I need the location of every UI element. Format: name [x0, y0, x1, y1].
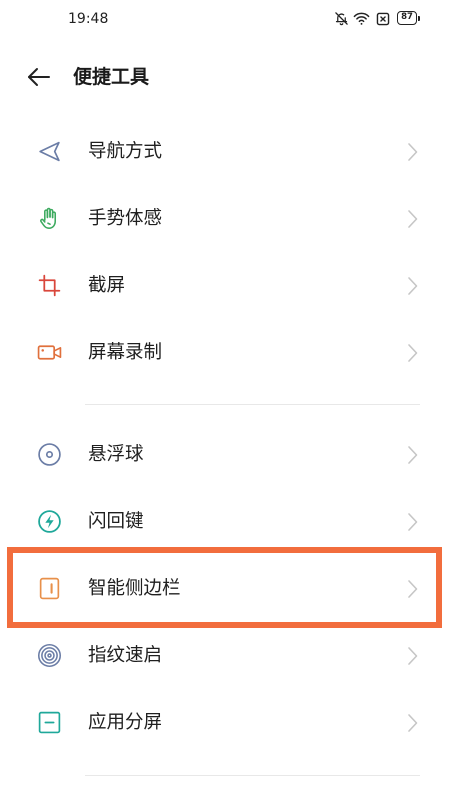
list-item-floating-ball[interactable]: 悬浮球 — [0, 421, 454, 488]
split-screen-icon — [37, 710, 62, 735]
chevron-right-icon — [406, 713, 419, 733]
chevron-right-icon — [406, 209, 419, 229]
list-item-smart-sidebar[interactable]: 智能侧边栏 — [0, 555, 454, 622]
bell-off-icon — [334, 11, 349, 26]
battery-nub — [417, 15, 420, 21]
list-item-label: 悬浮球 — [88, 444, 144, 465]
list-item-label: 智能侧边栏 — [88, 578, 181, 599]
section-divider — [85, 404, 420, 405]
list-item-label: 指纹速启 — [88, 645, 163, 666]
chevron-right-icon — [406, 646, 419, 666]
navigation-arrow-icon — [37, 139, 62, 164]
chevron-right-icon — [406, 276, 419, 296]
list-item-navigation-mode[interactable]: 导航方式 — [0, 118, 454, 185]
list-item-screen-recording[interactable]: 屏幕录制 — [0, 319, 454, 386]
list-item-label: 应用分屏 — [88, 712, 163, 733]
fingerprint-icon — [37, 643, 62, 668]
list-item-label: 屏幕录制 — [88, 342, 163, 363]
list-item-flashback-key[interactable]: 闪回键 — [0, 488, 454, 555]
chevron-right-icon — [406, 445, 419, 465]
list-item-label: 导航方式 — [88, 141, 163, 162]
wifi-icon — [353, 11, 370, 26]
status-time: 19:48 — [68, 11, 109, 27]
list-item-label: 闪回键 — [88, 511, 144, 532]
section-divider — [85, 775, 420, 776]
status-bar: 19:48 87 — [0, 0, 454, 38]
list-item-fingerprint-quick-launch[interactable]: 指纹速启 — [0, 622, 454, 689]
screen-record-icon — [37, 340, 62, 365]
battery-icon: 87 — [397, 11, 417, 25]
back-button[interactable] — [26, 66, 52, 88]
list-item-split-screen[interactable]: 应用分屏 — [0, 689, 454, 756]
screenshot-crop-icon — [37, 273, 62, 298]
list-item-screenshot[interactable]: 截屏 — [0, 252, 454, 319]
flashback-key-icon — [37, 509, 62, 534]
floating-ball-icon — [37, 442, 62, 467]
page-title: 便捷工具 — [73, 66, 150, 88]
header: 便捷工具 — [0, 50, 454, 104]
chevron-right-icon — [406, 343, 419, 363]
list-item-gesture-motion[interactable]: 手势体感 — [0, 185, 454, 252]
chevron-right-icon — [406, 142, 419, 162]
list-item-label: 手势体感 — [88, 208, 163, 229]
list-item-label: 截屏 — [88, 275, 126, 296]
chevron-right-icon — [406, 512, 419, 532]
arrow-left-icon — [28, 68, 50, 86]
hand-gesture-icon — [37, 206, 62, 231]
smart-sidebar-icon — [37, 576, 62, 601]
sim-no-signal-icon — [376, 12, 390, 26]
chevron-right-icon — [406, 579, 419, 599]
battery-level: 87 — [401, 12, 413, 22]
